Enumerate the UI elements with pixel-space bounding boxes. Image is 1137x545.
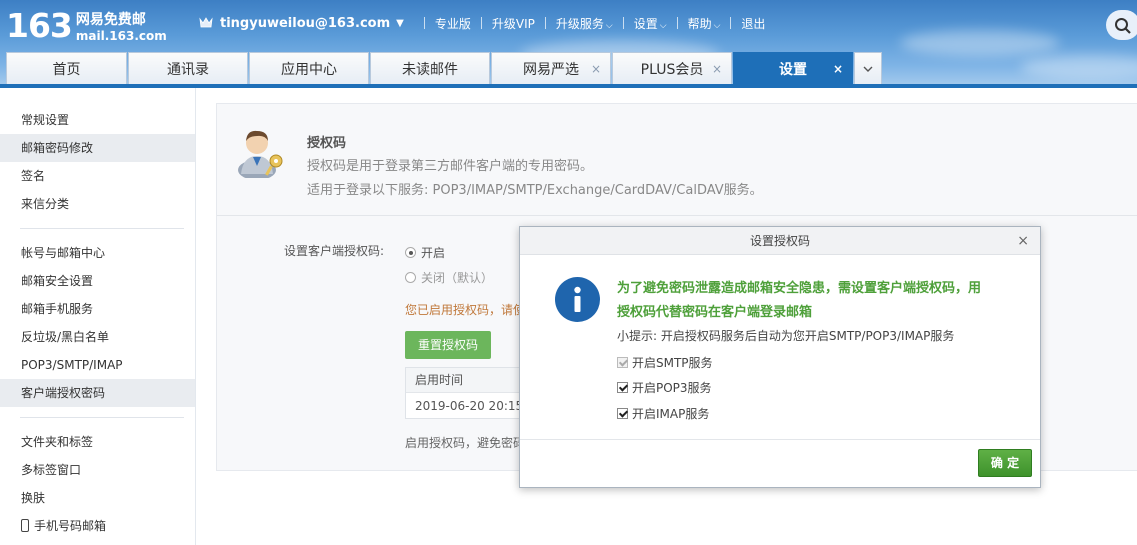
sidebar-item-phone-mail[interactable]: 手机号码邮箱	[0, 512, 195, 540]
account-email[interactable]: tingyuweilou@163.com	[220, 16, 390, 31]
user-key-icon	[238, 130, 283, 178]
sidebar-item-general[interactable]: 常规设置	[0, 106, 195, 134]
nav-settings[interactable]: 设置 ⌵	[634, 15, 667, 32]
reset-auth-code-button[interactable]: 重置授权码	[405, 331, 491, 359]
nav-logout[interactable]: 退出	[741, 15, 765, 32]
chevron-down-icon: ⌵	[605, 20, 613, 31]
dialog-tip: 小提示: 开启授权码服务后自动为您开启SMTP/POP3/IMAP服务	[617, 329, 955, 343]
crown-icon	[199, 17, 213, 28]
dialog-message-line1: 为了避免密码泄露造成邮箱安全隐患，需设置客户端授权码，用	[617, 281, 982, 296]
checkbox-imap[interactable]: 开启IMAP服务	[617, 405, 709, 422]
nav-pro[interactable]: 专业版	[435, 15, 471, 32]
info-icon	[555, 277, 600, 322]
logo-url: mail.163.com	[75, 29, 167, 43]
logo[interactable]: 163 网易免费邮 mail.163.com	[6, 8, 167, 44]
nav-upgrade-vip[interactable]: 升级VIP	[492, 15, 535, 32]
radio-enable[interactable]: 开启	[405, 244, 445, 261]
sidebar-item-client-auth[interactable]: 客户端授权密码	[0, 379, 195, 407]
tab-contacts[interactable]: 通讯录	[128, 52, 248, 84]
sidebar-item-filter[interactable]: 来信分类	[0, 190, 195, 218]
auth-code-dialog: 设置授权码 × 为了避免密码泄露造成邮箱安全隐患，需设置客户端授权码，用 授权码…	[519, 226, 1041, 488]
close-icon[interactable]: ×	[591, 62, 601, 76]
close-icon[interactable]: ×	[1017, 227, 1029, 255]
chevron-down-icon	[863, 66, 873, 72]
chevron-down-icon: ⌵	[713, 20, 721, 31]
close-icon[interactable]: ×	[833, 62, 843, 76]
sidebar-item-folders[interactable]: 文件夹和标签	[0, 428, 195, 456]
nav-help[interactable]: 帮助 ⌵	[688, 15, 721, 32]
panel-title: 授权码	[307, 136, 347, 151]
sidebar-item-account-center[interactable]: 帐号与邮箱中心	[0, 239, 195, 267]
tab-yanxuan[interactable]: 网易严选 ×	[491, 52, 611, 84]
tab-unread[interactable]: 未读邮件	[370, 52, 490, 84]
checkbox-smtp: 开启SMTP服务	[617, 354, 713, 371]
phone-icon	[21, 519, 29, 532]
logo-number: 163	[6, 6, 73, 45]
enabled-note: 您已启用授权码，请使	[405, 303, 526, 317]
panel-desc: 授权码是用于登录第三方邮件客户端的专用密码。	[307, 159, 594, 174]
sidebar-item-signature[interactable]: 签名	[0, 162, 195, 190]
auth-field-label: 设置客户端授权码:	[284, 244, 385, 258]
sidebar-item-password[interactable]: 邮箱密码修改	[0, 134, 195, 162]
search-button[interactable]	[1106, 10, 1137, 40]
dialog-footer: 确 定	[520, 439, 1040, 487]
sidebar-item-pop3[interactable]: POP3/SMTP/IMAP	[0, 351, 195, 379]
logo-name: 网易免费邮	[75, 12, 146, 28]
sidebar-item-multitab[interactable]: 多标签窗口	[0, 456, 195, 484]
foot-note: 启用授权码，避免密码	[405, 436, 526, 450]
chevron-down-icon[interactable]: ▼	[396, 18, 404, 29]
radio-disable[interactable]: 关闭（默认）	[405, 269, 493, 286]
confirm-button[interactable]: 确 定	[978, 449, 1032, 477]
tab-settings[interactable]: 设置 ×	[733, 52, 853, 84]
tab-app-center[interactable]: 应用中心	[249, 52, 369, 84]
sidebar-item-skin[interactable]: 换肤	[0, 484, 195, 512]
close-icon[interactable]: ×	[712, 62, 722, 76]
tab-more-button[interactable]	[854, 52, 882, 84]
sidebar-item-security[interactable]: 邮箱安全设置	[0, 267, 195, 295]
dialog-header: 设置授权码 ×	[520, 227, 1040, 255]
tab-plus[interactable]: PLUS会员 ×	[612, 52, 732, 84]
dialog-message-line2: 授权码代替密码在客户端登录邮箱	[617, 305, 813, 320]
top-nav: tingyuweilou@163.com ▼ 专业版 升级VIP 升级服务 ⌵ 设…	[198, 14, 765, 32]
dialog-title: 设置授权码	[749, 234, 810, 248]
nav-upgrade-service[interactable]: 升级服务 ⌵	[556, 15, 613, 32]
tab-bar: 首页 通讯录 应用中心 未读邮件 网易严选 × PLUS会员 × 设置 ×	[6, 52, 882, 84]
tab-home[interactable]: 首页	[6, 52, 127, 84]
sidebar-item-antispam[interactable]: 反垃圾/黑白名单	[0, 323, 195, 351]
checkbox-pop3[interactable]: 开启POP3服务	[617, 379, 712, 396]
chevron-down-icon: ⌵	[659, 20, 667, 31]
settings-sidebar: 常规设置 邮箱密码修改 签名 来信分类 帐号与邮箱中心 邮箱安全设置 邮箱手机服…	[0, 88, 196, 545]
sidebar-item-mobile-service[interactable]: 邮箱手机服务	[0, 295, 195, 323]
search-icon	[1115, 18, 1131, 34]
header: 163 网易免费邮 mail.163.com tingyuweilou@163.…	[0, 0, 1137, 88]
panel-services: 适用于登录以下服务: POP3/IMAP/SMTP/Exchange/CardD…	[307, 183, 763, 198]
